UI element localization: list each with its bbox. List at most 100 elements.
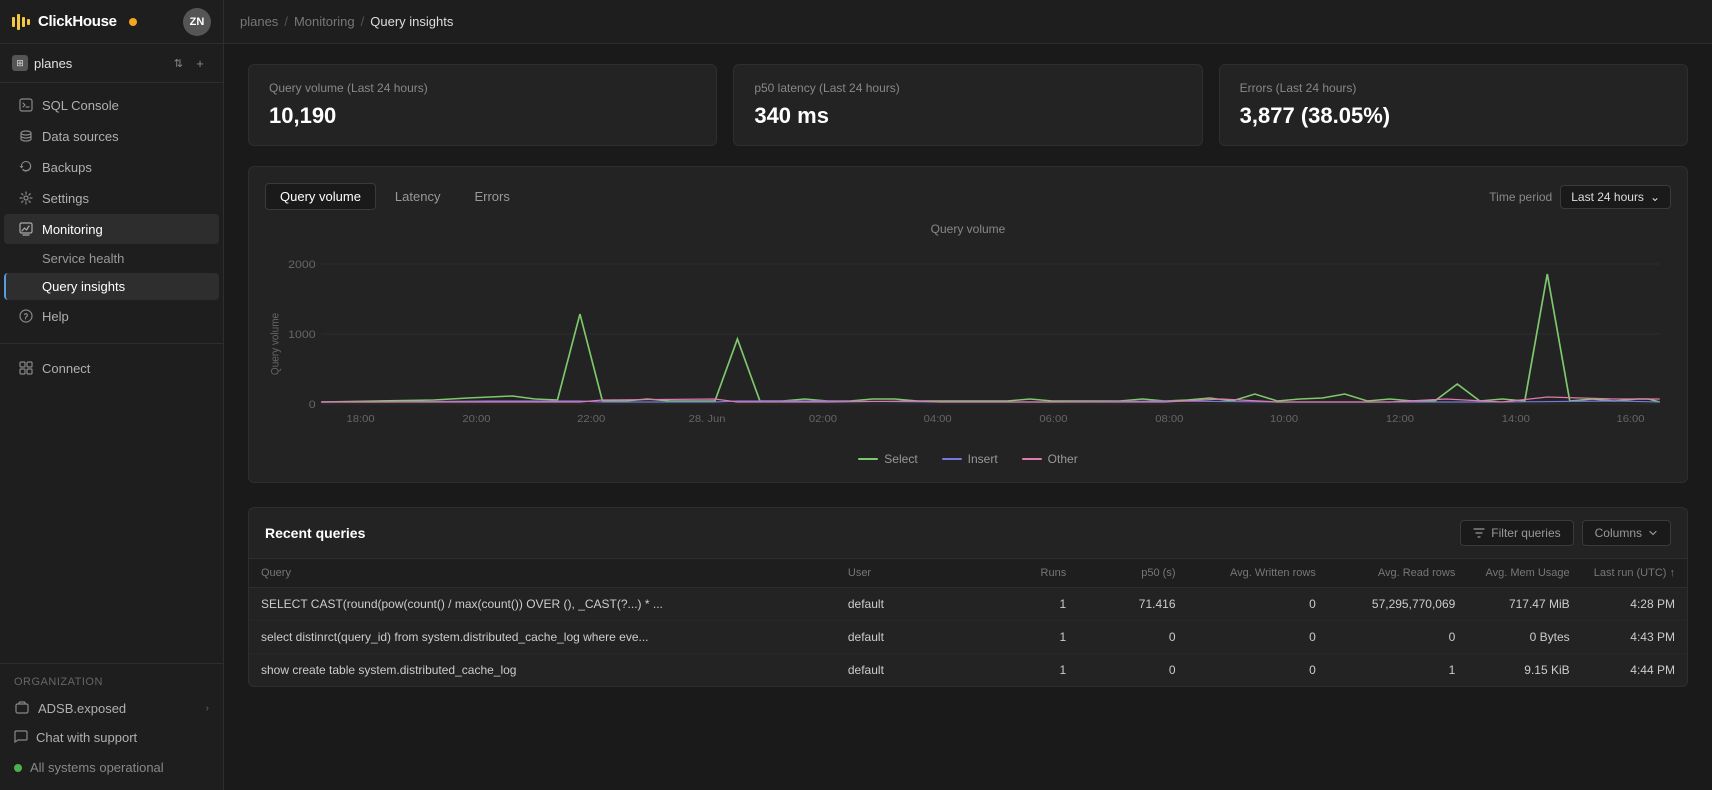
cell-mem-0: 717.47 MiB [1467, 588, 1581, 621]
cell-mem-1: 0 Bytes [1467, 621, 1581, 654]
stat-label-2: Errors (Last 24 hours) [1240, 81, 1667, 95]
stat-label-0: Query volume (Last 24 hours) [269, 81, 696, 95]
svg-text:28. Jun: 28. Jun [689, 414, 726, 425]
status-indicator [129, 18, 137, 26]
sidebar-sub-item-query-insights[interactable]: Query insights [4, 273, 219, 300]
cell-query-1: select distinrct(query_id) from system.d… [249, 621, 836, 654]
cell-written-1: 0 [1188, 621, 1328, 654]
workspace-selector[interactable]: ⊞ planes ⇅ + [0, 44, 223, 83]
terminal-icon [18, 97, 34, 113]
table-row[interactable]: select distinrct(query_id) from system.d… [249, 621, 1687, 654]
content-area: Query volume (Last 24 hours) 10,190 p50 … [224, 44, 1712, 790]
breadcrumb-sep-2: / [361, 14, 365, 29]
avatar[interactable]: ZN [183, 8, 211, 36]
tab-query-volume[interactable]: Query volume [265, 183, 376, 210]
cell-runs-0: 1 [996, 588, 1079, 621]
legend-select-line [858, 458, 878, 460]
queries-table: Query User Runs p50 (s) Avg. Written row… [249, 559, 1687, 686]
table-header: Query User Runs p50 (s) Avg. Written row… [249, 559, 1687, 588]
sidebar-item-connect[interactable]: Connect [4, 353, 219, 383]
status-item: All systems operational [0, 753, 223, 782]
chart-legend: Select Insert Other [265, 452, 1671, 466]
workspace-arrows-icon: ⇅ [174, 57, 183, 70]
sidebar-item-label-sql-console: SQL Console [42, 98, 119, 113]
org-chevron-icon: › [206, 703, 209, 714]
tab-errors[interactable]: Errors [459, 183, 524, 210]
svg-text:08:00: 08:00 [1155, 414, 1183, 425]
sidebar-item-monitoring[interactable]: Monitoring [4, 214, 219, 244]
svg-text:22:00: 22:00 [577, 414, 605, 425]
cell-read-1: 0 [1328, 621, 1467, 654]
chart-wrapper: 2000 1000 0 Query volume 18:00 20:00 22:… [265, 244, 1671, 444]
filter-icon [1473, 527, 1485, 539]
sidebar-item-data-sources[interactable]: Data sources [4, 121, 219, 151]
svg-text:12:00: 12:00 [1386, 414, 1414, 425]
table-section: Recent queries Filter queries Columns [248, 507, 1688, 687]
org-item[interactable]: ADSB.exposed › [0, 694, 223, 722]
cell-written-0: 0 [1188, 588, 1328, 621]
svg-text:0: 0 [309, 399, 316, 411]
col-header-p50: p50 (s) [1078, 559, 1187, 588]
cell-user-1: default [836, 621, 996, 654]
cell-lastrun-0: 4:28 PM [1582, 588, 1687, 621]
connect-icon [18, 360, 34, 376]
col-header-written: Avg. Written rows [1188, 559, 1328, 588]
chart-title: Query volume [265, 222, 1671, 236]
cell-p50-2: 0 [1078, 654, 1187, 687]
org-name: ADSB.exposed [38, 701, 126, 716]
stat-value-0: 10,190 [269, 103, 696, 129]
col-header-mem: Avg. Mem Usage [1467, 559, 1581, 588]
legend-insert: Insert [942, 452, 998, 466]
sidebar-item-help[interactable]: Help [4, 301, 219, 331]
columns-button[interactable]: Columns [1582, 520, 1671, 546]
settings-icon [18, 190, 34, 206]
org-label: Organization [0, 672, 223, 694]
col-header-runs: Runs [996, 559, 1079, 588]
cell-read-0: 57,295,770,069 [1328, 588, 1467, 621]
chart-tabs-row: Query volume Latency Errors Time period … [265, 183, 1671, 210]
stat-value-2: 3,877 (38.05%) [1240, 103, 1667, 129]
table-title: Recent queries [265, 525, 365, 541]
cell-written-2: 0 [1188, 654, 1328, 687]
stat-card-errors: Errors (Last 24 hours) 3,877 (38.05%) [1219, 64, 1688, 146]
cell-lastrun-1: 4:43 PM [1582, 621, 1687, 654]
legend-other: Other [1022, 452, 1078, 466]
stat-card-query-volume: Query volume (Last 24 hours) 10,190 [248, 64, 717, 146]
cell-user-0: default [836, 588, 996, 621]
time-period-select[interactable]: Last 24 hours ⌄ [1560, 185, 1671, 209]
col-header-lastrun[interactable]: Last run (UTC) ↑ [1582, 559, 1687, 588]
col-header-query: Query [249, 559, 836, 588]
svg-text:Query volume: Query volume [269, 313, 282, 375]
svg-text:16:00: 16:00 [1616, 414, 1644, 425]
sidebar-item-backups[interactable]: Backups [4, 152, 219, 182]
add-workspace-button[interactable]: + [189, 52, 211, 74]
sidebar-item-label-monitoring: Monitoring [42, 222, 103, 237]
cell-query-0: SELECT CAST(round(pow(count() / max(coun… [249, 588, 836, 621]
cell-mem-2: 9.15 KiB [1467, 654, 1581, 687]
cell-read-2: 1 [1328, 654, 1467, 687]
stat-card-latency: p50 latency (Last 24 hours) 340 ms [733, 64, 1202, 146]
app-name: ClickHouse [38, 13, 117, 30]
table-row[interactable]: SELECT CAST(round(pow(count() / max(coun… [249, 588, 1687, 621]
sidebar-item-sql-console[interactable]: SQL Console [4, 90, 219, 120]
cell-p50-0: 71.416 [1078, 588, 1187, 621]
cell-runs-2: 1 [996, 654, 1079, 687]
sidebar-item-settings[interactable]: Settings [4, 183, 219, 213]
filter-queries-button[interactable]: Filter queries [1460, 520, 1573, 546]
sidebar-sub-item-service-health[interactable]: Service health [4, 245, 219, 272]
main-content: planes / Monitoring / Query insights Que… [224, 0, 1712, 790]
table-row[interactable]: show create table system.distributed_cac… [249, 654, 1687, 687]
sidebar-bottom: Organization ADSB.exposed › Chat with su… [0, 663, 223, 790]
chat-support-button[interactable]: Chat with support [0, 722, 223, 753]
table-actions: Filter queries Columns [1460, 520, 1671, 546]
cell-user-2: default [836, 654, 996, 687]
breadcrumb-part-3: Query insights [370, 14, 453, 29]
svg-text:06:00: 06:00 [1039, 414, 1067, 425]
legend-other-line [1022, 458, 1042, 460]
svg-text:04:00: 04:00 [924, 414, 952, 425]
tab-latency[interactable]: Latency [380, 183, 456, 210]
backup-icon [18, 159, 34, 175]
sidebar-item-label-help: Help [42, 309, 69, 324]
sidebar-header: ClickHouse ZN [0, 0, 223, 44]
sidebar-item-label-data-sources: Data sources [42, 129, 119, 144]
